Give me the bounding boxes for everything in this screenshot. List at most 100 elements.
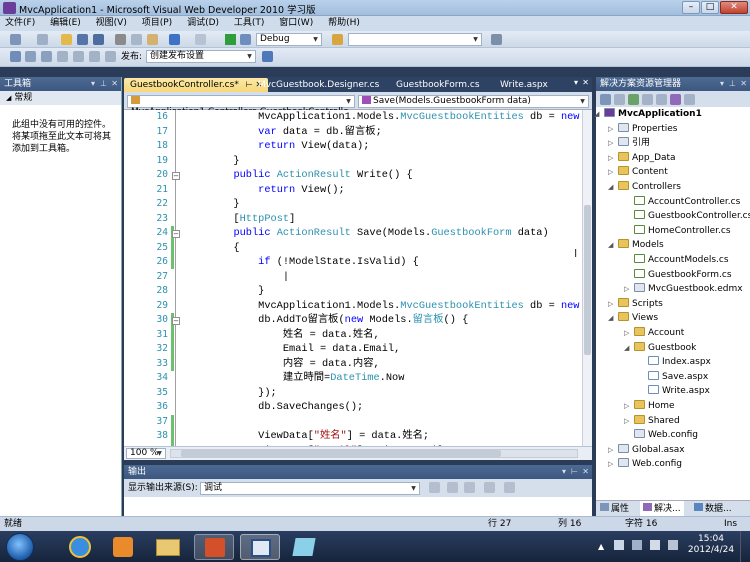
menu-view[interactable]: 视图(V)	[96, 16, 127, 31]
taskbar-media[interactable]	[103, 534, 143, 560]
tree-item[interactable]: Save.aspx	[648, 370, 708, 384]
display-icon[interactable]	[632, 540, 642, 550]
tab-guestbook-form[interactable]: GuestbookForm.cs	[390, 78, 486, 92]
go-to-message-icon[interactable]	[429, 482, 440, 493]
expand-arrow-icon[interactable]: ▷	[608, 168, 613, 176]
show-all-files-icon[interactable]	[614, 94, 625, 105]
tree-item[interactable]: MvcApplication1	[604, 107, 702, 121]
chevron-down-icon[interactable]: ▾	[91, 77, 95, 91]
undo-icon[interactable]	[169, 34, 180, 45]
collapse-arrow-icon[interactable]: ◢	[608, 314, 613, 322]
tree-item[interactable]: AccountModels.cs	[634, 253, 729, 267]
pin-icon[interactable]: ⊢	[571, 465, 578, 479]
toolbar-icon[interactable]	[73, 51, 84, 62]
tree-item[interactable]: Write.aspx	[648, 384, 710, 398]
zoom-dropdown[interactable]: 100 % ▼	[126, 448, 166, 459]
tree-item[interactable]: HomeController.cs	[634, 224, 731, 238]
code-text[interactable]: MvcApplication1.Models.MvcGuestbookEntit…	[184, 110, 592, 446]
cut-icon[interactable]	[115, 34, 126, 45]
new-project-icon[interactable]	[10, 34, 21, 45]
class-dropdown[interactable]: MvcApplication1.Controllers.GuestbookCon…	[127, 95, 355, 117]
close-icon[interactable]: ✕	[111, 77, 118, 91]
taskbar-powerpoint[interactable]	[194, 534, 234, 560]
tab-solution-explorer[interactable]: 解决...	[640, 501, 684, 517]
previous-message-icon[interactable]	[447, 482, 458, 493]
code-line[interactable]: db.AddTo留言板(new Models.留言板() {	[184, 313, 589, 328]
view-designer-icon[interactable]	[656, 94, 667, 105]
refresh-icon[interactable]	[628, 94, 639, 105]
code-editor[interactable]: 16 17 18 19 20 21 22 23 24 25 26 27 28 29 30 31 32 33 34 35…	[124, 110, 592, 446]
toolbar-icon[interactable]	[105, 51, 116, 62]
code-line[interactable]: MvcApplication1.Models.MvcGuestbookEntit…	[184, 110, 592, 125]
volume-icon[interactable]	[650, 540, 660, 550]
expand-arrow-icon[interactable]: ▷	[608, 446, 613, 454]
scroll-thumb[interactable]	[181, 450, 501, 457]
expand-arrow-icon[interactable]: ▷	[624, 329, 629, 337]
save-icon[interactable]	[77, 34, 88, 45]
tree-item[interactable]: Guestbook	[634, 341, 696, 355]
tree-item[interactable]: GuestbookController.cs	[634, 209, 750, 223]
taskbar-explorer[interactable]	[148, 534, 188, 560]
tree-item[interactable]: MvcGuestbook.edmx	[634, 282, 743, 296]
taskbar-visual-web-developer[interactable]	[240, 534, 280, 560]
tray-expand-icon[interactable]: ▲	[598, 542, 604, 551]
code-line[interactable]: Email = data.Email,	[184, 342, 589, 357]
code-line[interactable]: var data = db.留言板;	[184, 125, 589, 140]
chevron-down-icon[interactable]: ▾	[720, 77, 724, 91]
start-button[interactable]	[6, 533, 34, 561]
menu-edit[interactable]: 编辑(E)	[50, 16, 81, 31]
code-line[interactable]: });	[184, 386, 589, 401]
solution-explorer-icon[interactable]	[491, 34, 502, 45]
menu-file[interactable]: 文件(F)	[5, 16, 35, 31]
close-icon[interactable]: ✕	[582, 465, 589, 479]
toolbar-icon[interactable]	[89, 51, 100, 62]
code-line[interactable]: 姓名 = data.姓名,	[184, 328, 589, 343]
solution-config-dropdown[interactable]: Debug ▼	[256, 33, 322, 46]
code-line[interactable]: if (!ModelState.IsValid) {	[184, 255, 589, 270]
expand-arrow-icon[interactable]: ▷	[624, 417, 629, 425]
toolbar-icon[interactable]	[25, 51, 36, 62]
menu-help[interactable]: 帮助(H)	[328, 16, 360, 31]
menu-tools[interactable]: 工具(T)	[234, 16, 265, 31]
find-dropdown[interactable]: ▼	[348, 33, 482, 46]
member-dropdown[interactable]: Save(Models.GuestbookForm data) ▼	[358, 95, 589, 108]
editor-horizontal-scrollbar[interactable]	[170, 449, 578, 458]
close-icon[interactable]: ✕	[582, 78, 589, 87]
tree-item[interactable]: GuestbookForm.cs	[634, 268, 732, 282]
clock[interactable]: 15:04 2012/4/24	[686, 534, 736, 556]
chevron-down-icon[interactable]: ▾	[562, 465, 566, 479]
expand-arrow-icon[interactable]: ▷	[608, 300, 613, 308]
tree-item[interactable]: Global.asax	[618, 443, 685, 457]
tree-item[interactable]: Properties	[618, 122, 677, 136]
tree-item[interactable]: App_Data	[618, 151, 676, 165]
tree-item[interactable]: Home	[634, 399, 675, 413]
taskbar-app[interactable]	[284, 534, 324, 560]
expand-arrow-icon[interactable]: ▷	[608, 139, 613, 147]
find-in-files-icon[interactable]	[332, 34, 343, 45]
code-line[interactable]: return View();	[184, 183, 589, 198]
collapse-toggle[interactable]: −	[172, 317, 180, 325]
toolbar-icon[interactable]	[57, 51, 68, 62]
expand-arrow-icon[interactable]: ▷	[624, 285, 629, 293]
code-line[interactable]: {	[184, 241, 589, 256]
code-line[interactable]: MvcApplication1.Models.MvcGuestbookEntit…	[184, 299, 592, 314]
code-line[interactable]: ViewData["姓名"] = data.姓名;	[184, 429, 589, 444]
code-line[interactable]: db.SaveChanges();	[184, 400, 589, 415]
tab-properties[interactable]: 属性	[600, 503, 629, 515]
code-line[interactable]: public ActionResult Save(Models.Guestboo…	[184, 226, 589, 241]
tree-item[interactable]: Views	[618, 311, 658, 325]
network-icon[interactable]	[614, 540, 624, 550]
publish-icon[interactable]	[262, 51, 273, 62]
code-line[interactable]: }	[184, 154, 589, 169]
toolbox-group[interactable]: ◢ 常规	[0, 91, 121, 105]
tab-write-aspx[interactable]: Write.aspx	[494, 78, 554, 92]
code-line[interactable]: |	[184, 270, 589, 285]
tree-item[interactable]: 引用	[618, 136, 650, 150]
collapse-toggle[interactable]: −	[172, 230, 180, 238]
tree-item[interactable]: Account	[634, 326, 684, 340]
view-code-icon[interactable]	[642, 94, 653, 105]
copy-icon[interactable]	[131, 34, 142, 45]
close-icon[interactable]: ✕	[740, 77, 747, 91]
tree-item[interactable]: Web.config	[618, 457, 682, 471]
tree-item[interactable]: Controllers	[618, 180, 681, 194]
